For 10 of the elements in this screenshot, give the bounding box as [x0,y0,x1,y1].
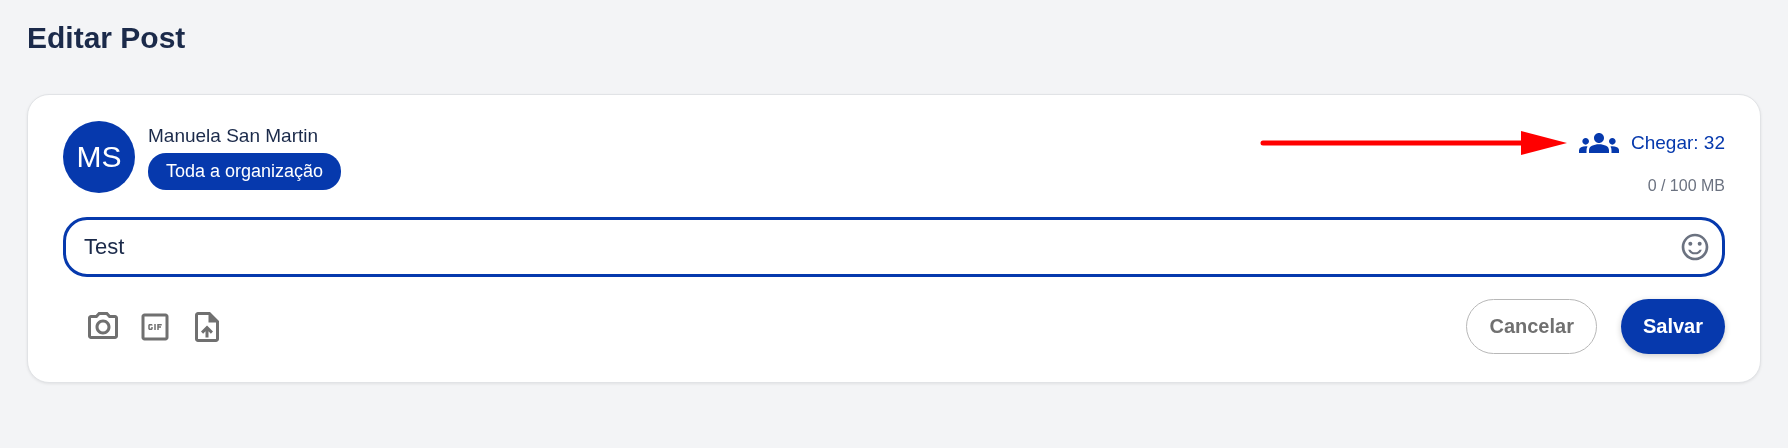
post-text-field[interactable]: Test [63,217,1725,277]
reach-count[interactable]: Chegar: 32 [1631,132,1725,154]
audience-badge[interactable]: Toda a organização [148,152,342,190]
avatar: MS [63,121,135,193]
cancel-button[interactable]: Cancelar [1466,299,1597,354]
page-title: Editar Post [27,20,187,56]
storage-usage: 0 / 100 MB [1647,177,1725,195]
save-button[interactable]: Salvar [1620,299,1725,354]
emoji-icon[interactable] [1679,231,1711,263]
author-name: Manuela San Martin [148,124,319,147]
